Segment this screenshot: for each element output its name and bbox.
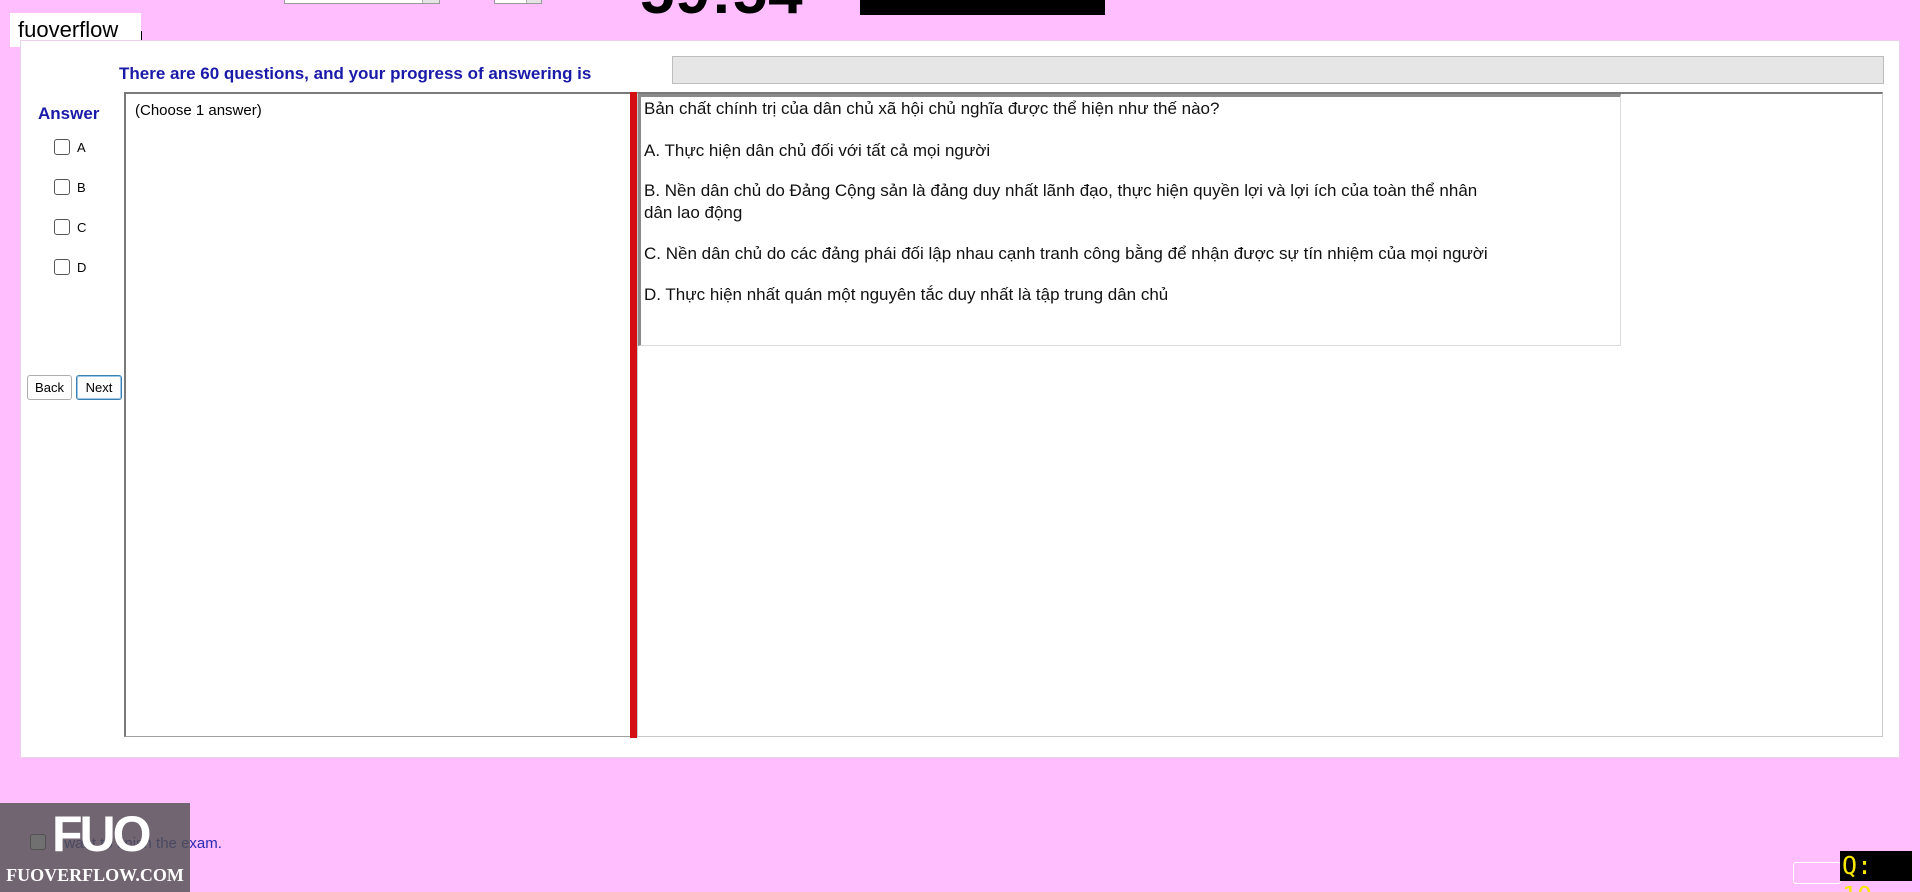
progress-bar (672, 56, 1884, 84)
choice-a-text: A. Thực hiện dân chủ đối với tất cả mọi … (644, 141, 991, 160)
choose-hint: (Choose 1 answer) (135, 102, 262, 119)
answer-area (124, 92, 634, 737)
black-bar (860, 0, 1105, 15)
logo-text: FUOVERFLOW.COM (6, 865, 184, 885)
logo-mark: FUO (52, 806, 152, 862)
choice-b-text: B. Nền dân chủ do Đảng Cộng sản là đảng … (644, 181, 1478, 200)
back-button[interactable]: Back (27, 375, 72, 400)
small-button[interactable] (1793, 862, 1841, 884)
countdown-timer: 59:54 (640, 0, 804, 24)
option-d-checkbox[interactable] (54, 259, 70, 275)
question-text: Bản chất chính trị của dân chủ xã hội ch… (644, 99, 1220, 118)
option-a[interactable]: A (54, 138, 86, 156)
option-b-label: B (77, 179, 86, 195)
choice-b-text-cont: dân lao động (644, 203, 743, 222)
option-c-checkbox[interactable] (54, 219, 70, 235)
option-a-label: A (77, 139, 86, 155)
splitter-handle[interactable] (630, 92, 637, 738)
top-dropdown[interactable] (284, 0, 440, 4)
next-button[interactable]: Next (76, 375, 122, 400)
progress-label: There are 60 questions, and your progres… (119, 64, 592, 83)
option-c-label: C (77, 219, 87, 235)
fuoverflow-logo: FUO FUOVERFLOW.COM (0, 803, 190, 892)
option-d-label: D (77, 259, 87, 275)
choice-c-text: C. Nền dân chủ do các đảng phái đối lập … (644, 244, 1488, 263)
choice-d-text: D. Thực hiện nhất quán một nguyên tắc du… (644, 285, 1169, 304)
option-d[interactable]: D (54, 258, 86, 276)
top-small-dropdown[interactable] (494, 0, 542, 4)
watermark-text: fuoverflow (18, 17, 119, 42)
question-number: Q: 10 (1840, 851, 1912, 892)
option-b[interactable]: B (54, 178, 86, 196)
option-c[interactable]: C (54, 218, 86, 236)
option-a-checkbox[interactable] (54, 139, 70, 155)
option-b-checkbox[interactable] (54, 179, 70, 195)
answer-title: Answer (38, 104, 100, 123)
question-textbox (638, 94, 1621, 346)
